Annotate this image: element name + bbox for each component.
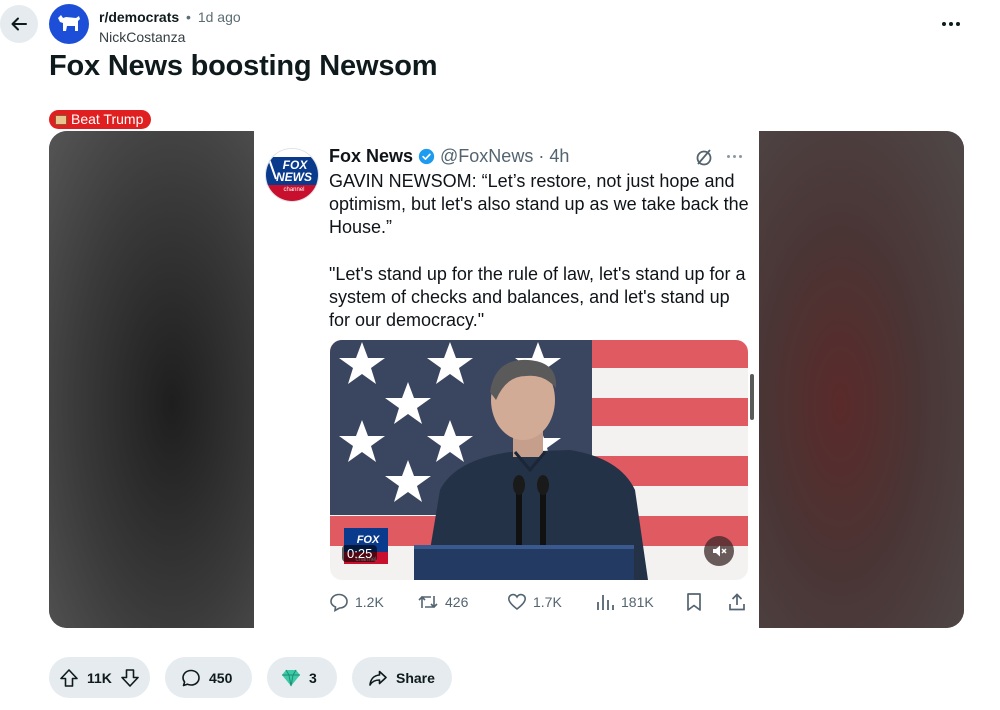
media-viewer[interactable]: FOX NEWS channel Fox News @FoxNews · 4h …: [49, 131, 964, 628]
author-link[interactable]: NickCostanza: [99, 28, 241, 46]
share-label: Share: [396, 669, 435, 686]
tweet-bookmark: [685, 591, 703, 613]
fox-news-logo: FOX NEWS channel: [265, 148, 319, 202]
donkey-icon: [58, 15, 80, 31]
tweet-text: GAVIN NEWSOM: “Let’s restore, not just h…: [329, 170, 754, 332]
meta-separator: •: [186, 9, 191, 25]
comments-button[interactable]: 450: [165, 657, 252, 698]
tweet-paragraph: "Let's stand up for the rule of law, let…: [329, 263, 746, 331]
flag-speaker-scene: [330, 340, 748, 580]
blurred-backdrop-right: [758, 131, 964, 628]
reply-icon: [330, 593, 348, 612]
share-arrow-icon: [369, 670, 387, 686]
mute-button: [704, 536, 734, 566]
tweet-display-name: Fox News: [329, 146, 414, 166]
upload-icon: [729, 593, 745, 611]
comment-count: 450: [209, 669, 233, 686]
tweet-replies: 1.2K: [329, 591, 384, 613]
upvote-arrow-icon: [60, 668, 78, 687]
dot-icon: [956, 22, 960, 26]
tweet-actions: 1.2K 426 1.7K 181K: [329, 591, 749, 615]
downvote-arrow-icon: [121, 668, 139, 687]
gem-award-icon: [282, 669, 300, 686]
vote-bar: 11K: [49, 657, 150, 698]
speaker-muted-icon: [713, 545, 727, 557]
tweet-age: 4h: [549, 146, 570, 166]
dot-icon: [942, 22, 946, 26]
logo-text-news: NEWS: [276, 170, 312, 184]
post-age: 1d ago: [197, 9, 241, 25]
reply-count: 1.2K: [355, 594, 384, 610]
award-button[interactable]: 3: [267, 657, 337, 698]
views-chart-icon: [597, 595, 614, 610]
tweet-views: 181K: [595, 591, 654, 613]
upvote-button[interactable]: [59, 668, 79, 688]
tweet-more-icon: [727, 155, 742, 158]
blurred-backdrop-left: [49, 131, 254, 628]
tweet-reposts: 426: [417, 591, 468, 613]
like-count: 1.7K: [533, 594, 562, 610]
bookmark-icon: [687, 593, 701, 611]
video-duration: 0:25: [342, 545, 378, 562]
arrow-left-icon: [11, 17, 27, 31]
award-count: 3: [309, 669, 317, 686]
grok-icon: [696, 149, 712, 166]
share-button[interactable]: Share: [352, 657, 452, 698]
tweet-likes: 1.7K: [507, 591, 562, 613]
flair-label: Beat Trump: [71, 111, 144, 127]
tweet-video: FOX channel 0:25: [330, 340, 748, 580]
post-flair[interactable]: Beat Trump: [49, 110, 152, 129]
downvote-button[interactable]: [120, 668, 140, 688]
post-title: Fox News boosting Newsom: [49, 50, 438, 82]
more-options-button[interactable]: [940, 14, 962, 34]
verified-badge-icon: [418, 148, 435, 164]
tweet-header: Fox News @FoxNews · 4h: [329, 145, 569, 167]
tweet-share: [727, 591, 747, 613]
tweet-scrollbar: [750, 374, 754, 420]
tweet-paragraph: GAVIN NEWSOM: “Let’s restore, not just h…: [329, 171, 749, 238]
post-meta: r/democrats • 1d ago NickCostanza: [99, 8, 241, 46]
repost-icon: [418, 595, 438, 609]
subreddit-link[interactable]: r/democrats: [99, 9, 179, 25]
heart-icon: [507, 593, 527, 611]
ballot-box-icon: [55, 114, 67, 125]
back-button[interactable]: [0, 5, 38, 43]
tweet-screenshot: FOX NEWS channel Fox News @FoxNews · 4h …: [254, 131, 759, 628]
vote-score: 11K: [87, 669, 112, 686]
repost-count: 426: [445, 594, 469, 610]
view-count: 181K: [621, 594, 654, 610]
dot-icon: [949, 22, 953, 26]
subreddit-avatar[interactable]: [49, 4, 89, 44]
tweet-separator: ·: [538, 146, 545, 166]
comment-bubble-icon: [182, 669, 200, 686]
logo-text-channel: channel: [283, 187, 304, 193]
tweet-handle: @FoxNews: [440, 146, 534, 166]
